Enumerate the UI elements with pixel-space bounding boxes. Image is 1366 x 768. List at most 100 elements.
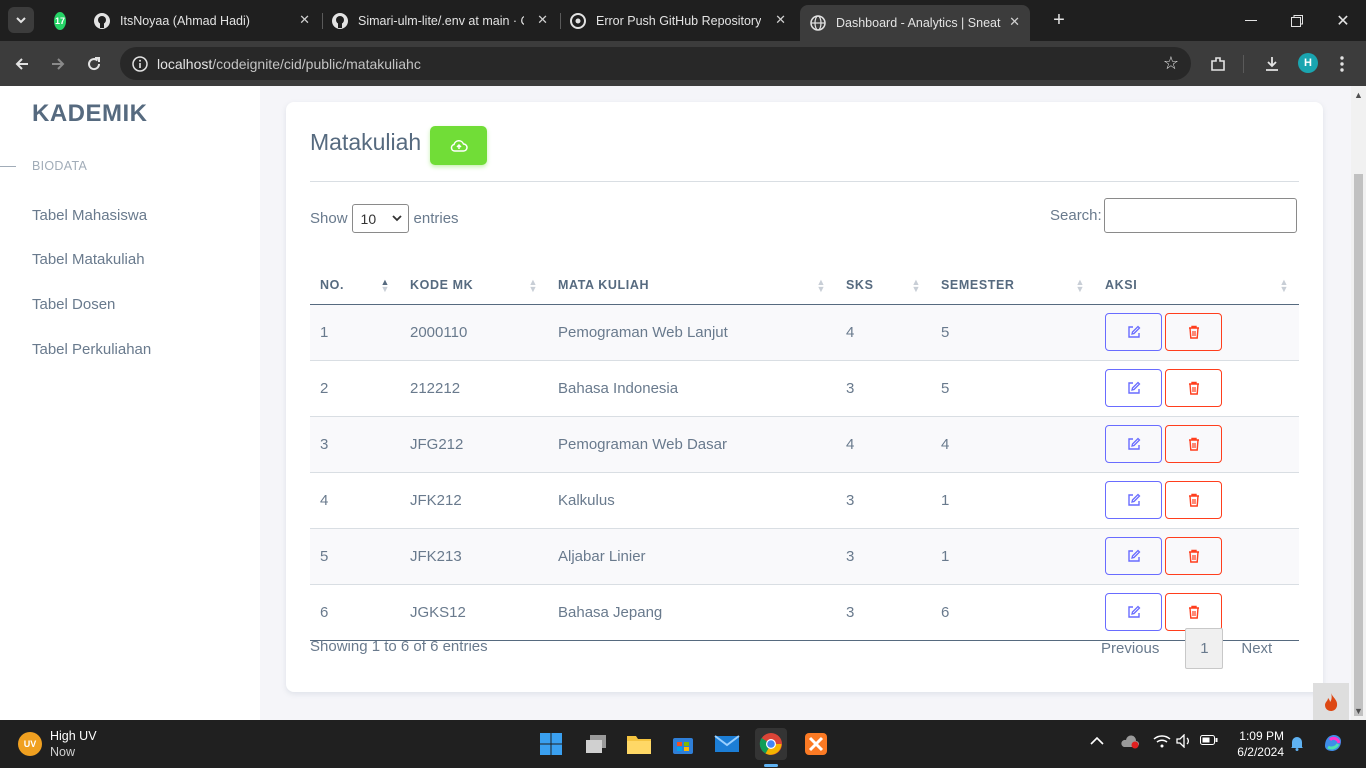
chatgpt-icon [570,13,586,29]
edit-button[interactable] [1105,313,1162,351]
task-view-icon [586,735,606,753]
delete-button[interactable] [1165,537,1222,575]
delete-button[interactable] [1165,425,1222,463]
clock-date: 6/2/2024 [1237,745,1284,759]
column-header-aksi[interactable]: AKSI ▲ ▼ [1095,267,1299,305]
scrollbar-thumb[interactable] [1354,174,1363,716]
table-header-row: NO. ▲ ▼ KODE MK ▲ ▼ MATA KULIAH ▲ ▼ SKS ▲ ▼ SEME… [310,267,1299,305]
tab-dashboard[interactable]: Dashboard - Analytics | Sneat - ✕ [800,5,1030,41]
scroll-up-icon[interactable]: ▲ [1354,90,1363,100]
cell-sks: 3 [836,471,931,528]
minimize-button[interactable] [1228,0,1274,41]
system-clock[interactable]: 1:09 PM 6/2/2024 [1232,728,1284,760]
show-label: Show [310,210,348,227]
tab-search-button[interactable] [8,7,34,33]
task-view-button[interactable] [580,728,612,760]
close-icon[interactable]: ✕ [1009,14,1020,30]
sidebar-item-perkuliahan[interactable]: Tabel Perkuliahan [32,341,151,358]
column-header-no[interactable]: NO. ▲ ▼ [310,267,400,305]
tab-whatsapp[interactable]: 17 [44,7,76,35]
uv-sun-icon: UV [18,732,42,756]
edit-icon [1127,493,1140,506]
cell-sks: 3 [836,359,931,416]
pagination: Previous 1 Next [1101,628,1272,669]
copilot-icon[interactable] [1322,732,1344,757]
cell-mata-kuliah: Aljabar Linier [548,527,836,584]
scroll-down-icon[interactable]: ▼ [1354,706,1363,716]
close-icon[interactable]: ✕ [775,12,786,28]
profile-avatar[interactable]: H [1298,53,1318,73]
app-brand[interactable]: KADEMIK [32,100,148,128]
search-label: Search: [1050,207,1102,224]
folder-icon [627,736,651,754]
bookmark-star-icon[interactable]: ☆ [1163,53,1179,74]
forward-button[interactable] [44,50,72,78]
github-icon [332,13,348,29]
restore-button[interactable] [1274,0,1320,41]
back-button[interactable] [8,50,36,78]
extensions-icon[interactable] [1204,50,1232,78]
tab-github-profile[interactable]: ItsNoyaa (Ahmad Hadi) ✕ [84,7,320,35]
mail-button[interactable] [711,728,743,760]
page-1-button[interactable]: 1 [1185,628,1224,669]
column-header-sks[interactable]: SKS ▲ ▼ [836,267,931,305]
edit-button[interactable] [1105,593,1162,631]
site-info-icon[interactable] [123,55,157,72]
arrow-left-icon [15,58,28,70]
cell-kode-mk: JFK213 [400,527,548,584]
search-input[interactable] [1103,198,1297,233]
new-tab-button[interactable]: + [1036,0,1082,41]
matakuliah-table: NO. ▲ ▼ KODE MK ▲ ▼ MATA KULIAH ▲ ▼ SKS ▲ ▼ SEME… [310,267,1299,641]
edit-button[interactable] [1105,481,1162,519]
delete-button[interactable] [1165,593,1222,631]
page-scrollbar[interactable]: ▲ ▼ [1351,86,1366,720]
tab-github-env[interactable]: Simari-ulm-lite/.env at main · C ✕ [322,7,558,35]
tab-label: ItsNoyaa (Ahmad Hadi) [120,14,250,28]
download-icon[interactable] [1258,50,1286,78]
file-explorer-button[interactable] [623,728,655,760]
battery-icon[interactable] [1200,734,1218,749]
cell-sks: 3 [836,527,931,584]
notification-bell-icon[interactable] [1290,735,1304,754]
close-icon[interactable]: ✕ [537,12,548,28]
reload-button[interactable] [80,50,108,78]
start-button[interactable] [535,728,567,760]
sidebar-item-dosen[interactable]: Tabel Dosen [32,296,115,313]
column-header-mata-kuliah[interactable]: MATA KULIAH ▲ ▼ [548,267,836,305]
edit-icon [1127,605,1140,618]
weather-widget[interactable]: UV High UV Now [18,728,97,760]
wifi-icon[interactable] [1153,734,1171,751]
next-button[interactable]: Next [1241,640,1272,657]
page-viewport: KADEMIK BIODATA Tabel Mahasiswa Tabel Ma… [0,86,1366,720]
sidebar: KADEMIK BIODATA Tabel Mahasiswa Tabel Ma… [0,86,260,720]
edit-button[interactable] [1105,425,1162,463]
address-bar[interactable]: localhost/codeignite/cid/public/matakuli… [120,47,1191,80]
edit-button[interactable] [1105,537,1162,575]
show-hidden-icons-button[interactable] [1090,734,1104,749]
table-row: 4 JFK212 Kalkulus 3 1 [310,471,1299,528]
more-menu-icon[interactable] [1328,50,1356,78]
sort-icon: ▲ ▼ [380,277,390,294]
mail-icon [714,735,740,752]
delete-button[interactable] [1165,313,1222,351]
edit-button[interactable] [1105,369,1162,407]
tab-chatgpt[interactable]: Error Push GitHub Repository ✕ [560,7,796,35]
delete-button[interactable] [1165,369,1222,407]
upload-button[interactable] [430,126,487,165]
previous-button[interactable]: Previous [1101,640,1159,657]
sidebar-item-matakuliah[interactable]: Tabel Matakuliah [32,251,145,268]
xampp-button[interactable] [800,728,832,760]
entries-select[interactable]: 10 [351,204,409,233]
column-header-kode-mk[interactable]: KODE MK ▲ ▼ [400,267,548,305]
codeigniter-debug-toolbar-button[interactable] [1313,683,1349,720]
column-header-semester[interactable]: SEMESTER ▲ ▼ [931,267,1095,305]
onedrive-icon[interactable] [1120,735,1140,752]
microsoft-store-button[interactable] [667,728,699,760]
close-icon[interactable]: ✕ [299,12,310,28]
chrome-button[interactable] [755,728,787,760]
url-text: localhost/codeignite/cid/public/matakuli… [157,55,421,72]
delete-button[interactable] [1165,481,1222,519]
sidebar-item-mahasiswa[interactable]: Tabel Mahasiswa [32,207,147,224]
close-window-button[interactable]: ✕ [1320,0,1366,41]
volume-icon[interactable] [1176,733,1192,751]
